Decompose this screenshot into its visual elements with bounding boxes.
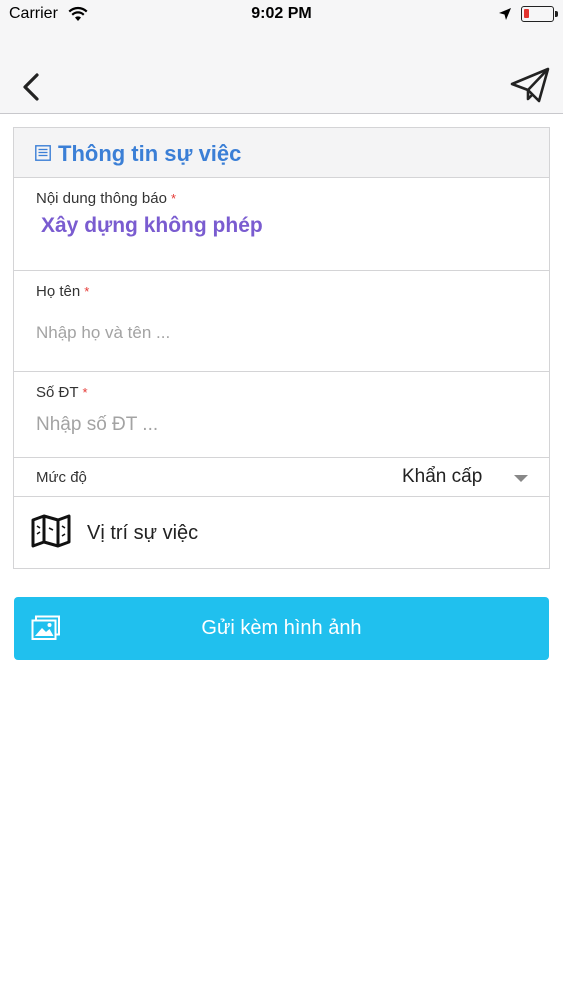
level-select[interactable]: Mức độ Khẩn cấp <box>14 458 549 497</box>
required-mark: * <box>84 284 90 299</box>
required-mark: * <box>82 385 88 400</box>
navigation-bar <box>0 30 563 114</box>
level-label: Mức độ <box>36 469 87 486</box>
dropdown-arrow-icon <box>514 475 528 482</box>
content-label: Nội dung thông báo * <box>36 190 177 207</box>
name-input[interactable] <box>36 323 516 343</box>
level-selected-value: Khẩn cấp <box>402 466 483 487</box>
location-label: Vị trí sự việc <box>87 522 199 544</box>
phone-label: Số ĐT * <box>36 384 88 401</box>
chevron-left-icon <box>23 73 39 101</box>
name-label: Họ tên * <box>36 283 90 300</box>
attach-image-label: Gửi kèm hình ảnh <box>201 617 362 639</box>
back-button[interactable] <box>18 70 44 104</box>
clock: 9:02 PM <box>251 5 312 22</box>
location-arrow-icon <box>498 7 512 26</box>
attach-image-button[interactable]: Gửi kèm hình ảnh <box>14 597 549 660</box>
paper-plane-icon <box>510 67 550 103</box>
status-bar: Carrier 9:02 PM <box>0 0 563 30</box>
section-title: Thông tin sự việc <box>58 141 242 166</box>
send-button[interactable] <box>509 66 551 104</box>
phone-field: Số ĐT * <box>14 372 549 458</box>
phone-input[interactable] <box>36 414 516 436</box>
name-field: Họ tên * <box>14 271 549 372</box>
location-button[interactable]: Vị trí sự việc <box>14 497 549 569</box>
incident-form-card: Thông tin sự việc Nội dung thông báo * Xâ… <box>13 127 550 569</box>
section-header: Thông tin sự việc <box>14 128 549 178</box>
map-icon <box>31 514 71 548</box>
content-value: Xây dựng không phép <box>41 214 263 237</box>
required-mark: * <box>170 191 177 206</box>
list-icon <box>35 145 51 161</box>
battery-icon <box>521 6 558 22</box>
content-field[interactable]: Nội dung thông báo * Xây dựng không phép <box>14 178 549 271</box>
